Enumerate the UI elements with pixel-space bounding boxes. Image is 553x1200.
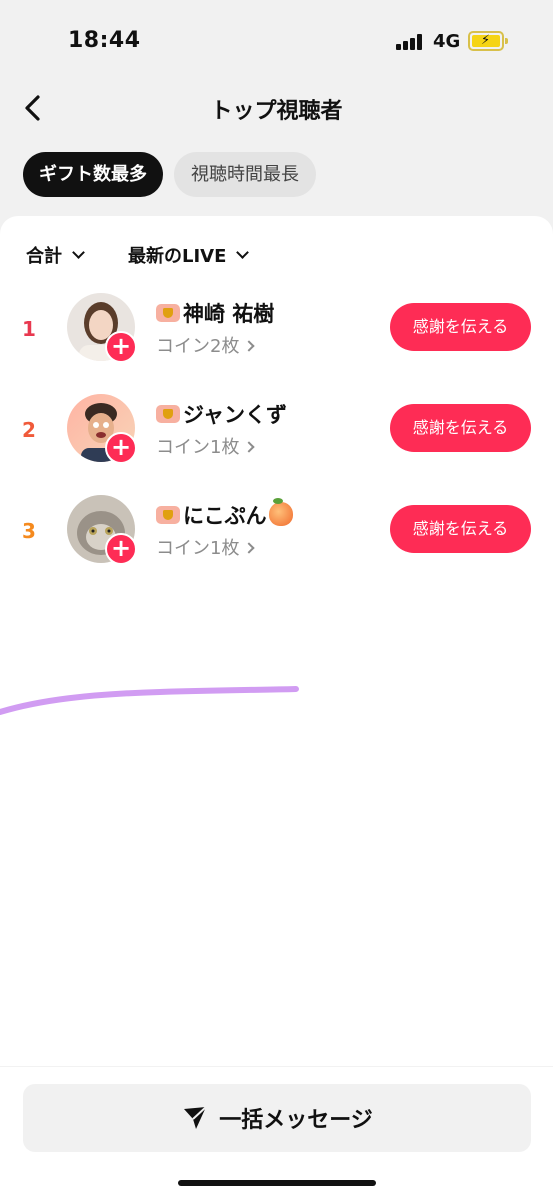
rank-number: 3 <box>22 519 36 543</box>
gift-badge-icon <box>156 506 180 524</box>
viewer-row: 3 + にこぷん コイン1枚 感謝を伝える <box>0 495 553 575</box>
coin-count: コイン1枚 <box>156 437 240 458</box>
thank-button[interactable]: 感謝を伝える <box>390 404 531 452</box>
chevron-down-icon <box>236 246 250 259</box>
send-icon <box>184 1106 207 1129</box>
filter-live-label: 最新のLIVE <box>128 246 227 267</box>
follow-button[interactable]: + <box>105 331 137 363</box>
home-indicator[interactable] <box>178 1180 376 1186</box>
viewer-row: 2 + ジャンくず コイン1枚 感謝を伝える <box>0 394 553 474</box>
tab-most-gifts[interactable]: ギフト数最多 <box>23 152 163 197</box>
thank-button[interactable]: 感謝を伝える <box>390 303 531 351</box>
follow-button[interactable]: + <box>105 432 137 464</box>
scribble-mark <box>0 686 299 715</box>
viewer-name-text: にこぷん <box>183 504 267 528</box>
page-title: トップ視聴者 <box>210 99 343 124</box>
coin-count-link[interactable]: コイン2枚 <box>156 332 256 358</box>
viewer-name: にこぷん <box>183 498 293 530</box>
coin-count: コイン2枚 <box>156 336 240 357</box>
rank-number: 1 <box>22 317 36 341</box>
filter-live-dropdown[interactable]: 最新のLIVE <box>128 242 250 268</box>
broadcast-message-button[interactable]: 一括メッセージ <box>23 1084 531 1152</box>
viewer-name: 神崎 祐樹 <box>183 302 275 326</box>
filter-total-dropdown[interactable]: 合計 <box>26 242 85 268</box>
peach-emoji-icon <box>268 498 293 526</box>
thank-button[interactable]: 感謝を伝える <box>390 505 531 553</box>
signal-icon <box>396 34 426 50</box>
battery-icon: ⚡ <box>468 31 508 51</box>
coin-count-link[interactable]: コイン1枚 <box>156 433 256 459</box>
viewer-row: 1 + 神崎 祐樹 コイン2枚 感謝を伝える <box>0 293 553 373</box>
coin-count: コイン1枚 <box>156 538 240 559</box>
gift-badge-icon <box>156 304 180 322</box>
chevron-right-icon <box>243 441 256 453</box>
chevron-down-icon <box>72 246 85 259</box>
network-label: 4G <box>433 31 461 52</box>
gift-badge-icon <box>156 405 180 423</box>
viewer-name: ジャンくず <box>183 403 287 427</box>
status-time: 18:44 <box>68 28 141 53</box>
filter-total-label: 合計 <box>26 246 62 267</box>
follow-button[interactable]: + <box>105 533 137 565</box>
tab-longest-watch-time[interactable]: 視聴時間最長 <box>174 152 316 197</box>
coin-count-link[interactable]: コイン1枚 <box>156 534 256 560</box>
broadcast-message-label: 一括メッセージ <box>219 1108 373 1133</box>
chevron-right-icon <box>243 542 256 554</box>
rank-number: 2 <box>22 418 36 442</box>
status-bar: 18:44 4G ⚡ <box>0 0 553 80</box>
chevron-right-icon <box>243 340 256 352</box>
